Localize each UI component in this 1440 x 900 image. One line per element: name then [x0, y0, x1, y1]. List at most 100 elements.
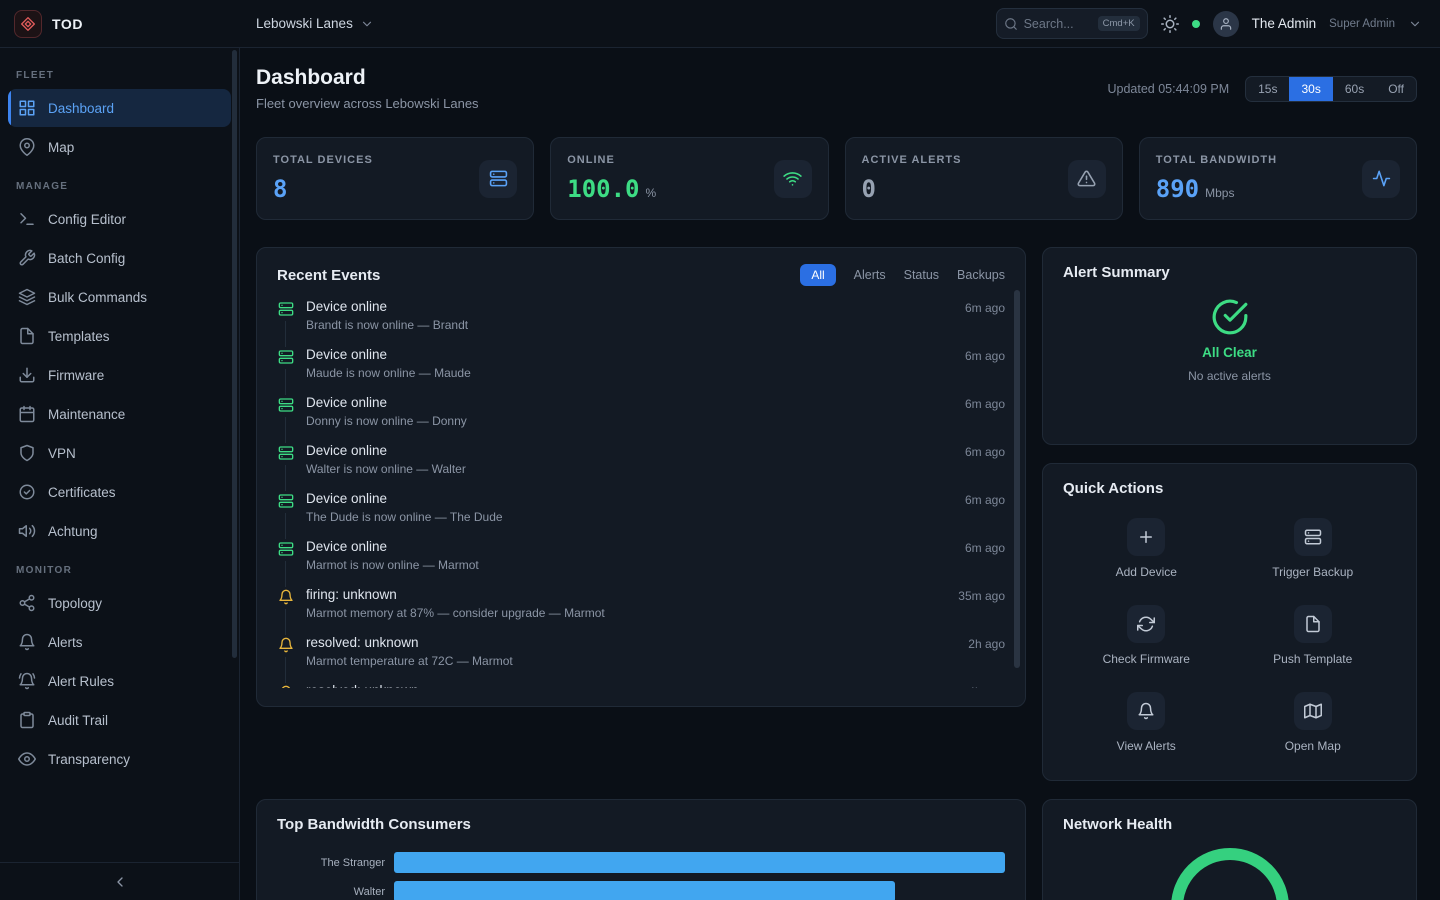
terminal-icon [18, 210, 36, 228]
sidebar-item-audit-trail[interactable]: Audit Trail [8, 701, 231, 739]
event-title: Device online [306, 539, 953, 554]
event-time: 6m ago [965, 299, 1005, 338]
quick-action-label: Trigger Backup [1272, 565, 1353, 579]
user-menu-chevron-icon[interactable] [1408, 17, 1422, 31]
bandwidth-card: Top Bandwidth Consumers The Stranger Wal… [256, 799, 1026, 900]
updated-timestamp: Updated 05:44:09 PM [1108, 82, 1230, 96]
sidebar-item-transparency[interactable]: Transparency [8, 740, 231, 778]
stat-label: TOTAL DEVICES [273, 154, 373, 166]
sidebar-item-certificates[interactable]: Certificates [8, 473, 231, 511]
refresh-icon [1127, 605, 1165, 643]
stat-value: 0 [862, 175, 876, 203]
events-filter-alerts[interactable]: Alerts [854, 268, 886, 282]
file-icon [18, 327, 36, 345]
events-filter-status[interactable]: Status [904, 268, 939, 282]
event-row[interactable]: Device online Donny is now online — Donn… [277, 386, 1005, 434]
alert-triangle-icon [1068, 160, 1106, 198]
sidebar-item-dashboard[interactable]: Dashboard [8, 89, 231, 127]
search-input[interactable] [1024, 17, 1092, 31]
refresh-option-30s[interactable]: 30s [1289, 77, 1332, 101]
events-scrollbar[interactable] [1014, 290, 1020, 668]
sidebar-item-label: Dashboard [48, 101, 114, 116]
file-icon [1294, 605, 1332, 643]
bandwidth-bar [394, 852, 1005, 873]
sidebar-item-topology[interactable]: Topology [8, 584, 231, 622]
bell-ring-icon [18, 672, 36, 690]
page-subtitle: Fleet overview across Lebowski Lanes [256, 96, 479, 111]
event-detail: Maude is now online — Maude [306, 366, 953, 380]
stat-card-total-bandwidth: TOTAL BANDWIDTH 890 Mbps [1139, 137, 1417, 220]
event-time: 6m ago [965, 347, 1005, 386]
event-detail: Walter is now online — Walter [306, 462, 953, 476]
sidebar-item-maintenance[interactable]: Maintenance [8, 395, 231, 433]
bandwidth-bar-row: The Stranger [277, 852, 1005, 873]
sidebar-item-templates[interactable]: Templates [8, 317, 231, 355]
event-row[interactable]: resolved: unknown 4h ago [277, 674, 1005, 688]
sidebar-item-label: Transparency [48, 752, 130, 767]
quick-action-view-alerts[interactable]: View Alerts [1063, 692, 1230, 753]
event-row[interactable]: firing: unknown Marmot memory at 87% — c… [277, 578, 1005, 626]
main-content: Dashboard Fleet overview across Lebowski… [240, 48, 1440, 900]
sidebar-item-achtung[interactable]: Achtung [8, 512, 231, 550]
refresh-option-15s[interactable]: 15s [1246, 77, 1289, 101]
event-row[interactable]: resolved: unknown Marmot temperature at … [277, 626, 1005, 674]
sidebar-item-bulk-commands[interactable]: Bulk Commands [8, 278, 231, 316]
event-detail: The Dude is now online — The Dude [306, 510, 953, 524]
event-row[interactable]: Device online The Dude is now online — T… [277, 482, 1005, 530]
quick-action-label: Open Map [1285, 739, 1341, 753]
event-row[interactable]: Device online Maude is now online — Maud… [277, 338, 1005, 386]
server-icon [277, 347, 294, 386]
map-pin-icon [18, 138, 36, 156]
quick-action-check-firmware[interactable]: Check Firmware [1063, 605, 1230, 666]
network-health-card: Network Health [1042, 799, 1417, 900]
stat-label: ACTIVE ALERTS [862, 154, 962, 166]
events-filter-backups[interactable]: Backups [957, 268, 1005, 282]
sidebar-item-firmware[interactable]: Firmware [8, 356, 231, 394]
event-time: 6m ago [965, 443, 1005, 482]
avatar[interactable] [1213, 11, 1239, 37]
server-icon [479, 160, 517, 198]
event-title: firing: unknown [306, 587, 946, 602]
stat-value: 890 [1156, 175, 1199, 203]
sidebar-item-label: Certificates [48, 485, 116, 500]
event-row[interactable]: Device online Walter is now online — Wal… [277, 434, 1005, 482]
sidebar-item-config-editor[interactable]: Config Editor [8, 200, 231, 238]
bandwidth-bar [394, 881, 895, 900]
sidebar-scrollbar[interactable] [232, 50, 237, 658]
sun-icon [1161, 15, 1179, 33]
sidebar-item-vpn[interactable]: VPN [8, 434, 231, 472]
stat-suffix: Mbps [1205, 186, 1234, 200]
quick-action-add-device[interactable]: Add Device [1063, 518, 1230, 579]
sidebar-item-map[interactable]: Map [8, 128, 231, 166]
calendar-icon [18, 405, 36, 423]
refresh-option-off[interactable]: Off [1376, 77, 1416, 101]
event-title: Device online [306, 443, 953, 458]
event-row[interactable]: Device online Marmot is now online — Mar… [277, 530, 1005, 578]
bandwidth-bar-label: Walter [277, 886, 385, 898]
events-filter-all[interactable]: All [800, 264, 835, 286]
quick-action-push-template[interactable]: Push Template [1230, 605, 1397, 666]
network-health-title: Network Health [1063, 816, 1172, 833]
event-row[interactable]: Device online Brandt is now online — Bra… [277, 290, 1005, 338]
org-selector[interactable]: Lebowski Lanes [256, 16, 374, 31]
quick-actions-grid: Add Device Trigger Backup Check Firmware… [1063, 518, 1396, 753]
theme-toggle-button[interactable] [1161, 15, 1179, 33]
quick-action-trigger-backup[interactable]: Trigger Backup [1230, 518, 1397, 579]
refresh-option-60s[interactable]: 60s [1333, 77, 1376, 101]
stat-label: ONLINE [567, 154, 656, 166]
dashboard-grid: Recent Events AllAlertsStatusBackups Dev… [256, 247, 1417, 900]
sidebar-item-alerts[interactable]: Alerts [8, 623, 231, 661]
stat-card-online: ONLINE 100.0 % [550, 137, 828, 220]
sidebar-item-label: Achtung [48, 524, 98, 539]
sidebar-collapse-button[interactable] [0, 862, 239, 900]
search-box[interactable]: Cmd+K [996, 8, 1148, 39]
event-detail: Marmot is now online — Marmot [306, 558, 953, 572]
stat-value: 8 [273, 175, 287, 203]
stat-card-total-devices: TOTAL DEVICES 8 [256, 137, 534, 220]
sidebar-item-batch-config[interactable]: Batch Config [8, 239, 231, 277]
sidebar-item-alert-rules[interactable]: Alert Rules [8, 662, 231, 700]
events-list: Device online Brandt is now online — Bra… [277, 290, 1005, 688]
layers-icon [18, 288, 36, 306]
quick-action-open-map[interactable]: Open Map [1230, 692, 1397, 753]
stat-value: 100.0 [567, 175, 639, 203]
